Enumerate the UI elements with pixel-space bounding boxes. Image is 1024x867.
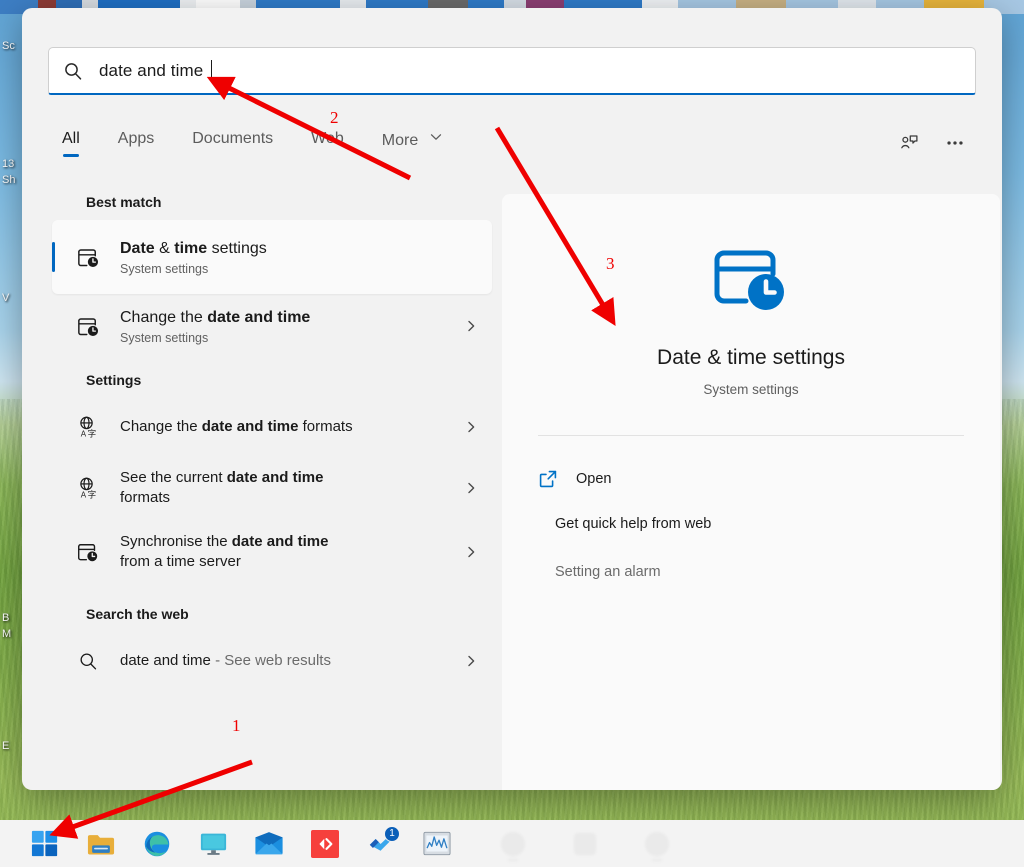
todo-app[interactable]: 1: [358, 824, 404, 864]
calendar-clock-icon: [74, 312, 102, 340]
preview-action-label: Setting an alarm: [555, 564, 661, 580]
result-item-text: Change the date and time System settings: [120, 307, 460, 345]
desktop-icon-label: 13: [2, 158, 14, 170]
result-item-title: Synchronise the date and timefrom a time…: [120, 533, 328, 570]
preview-subtitle: System settings: [502, 382, 1000, 397]
result-item-subtitle: System settings: [120, 331, 460, 345]
tab-apps[interactable]: Apps: [118, 126, 154, 148]
preview-title: Date & time settings: [502, 346, 1000, 370]
web-search-separator: - See web results: [211, 652, 331, 669]
result-item-text: Synchronise the date and timefrom a time…: [120, 532, 460, 572]
svg-text:字: 字: [88, 489, 97, 500]
result-item-see-current-formats[interactable]: A 字 See the current date and timeformats: [52, 456, 492, 520]
tab-more[interactable]: More: [382, 126, 442, 150]
search-icon: [63, 61, 83, 81]
result-item-text: Date & time settings System settings: [120, 238, 482, 276]
text-caret: [211, 60, 212, 81]
chevron-down-icon: [430, 130, 442, 148]
tab-all[interactable]: All: [62, 126, 80, 148]
taskbar-running-indicator: [652, 858, 663, 862]
desktop-icon-label: M: [2, 628, 11, 640]
result-item-text: See the current date and timeformats: [120, 468, 460, 508]
taskbar-running-indicator: [508, 858, 519, 862]
result-item-change-formats[interactable]: A 字 Change the date and time formats: [52, 398, 492, 456]
calendar-clock-icon-large: [709, 238, 793, 322]
open-external-icon: [538, 469, 558, 489]
section-title-search-the-web: Search the web: [86, 606, 492, 622]
preview-action-quick-help[interactable]: Get quick help from web: [538, 500, 964, 548]
file-explorer[interactable]: [78, 824, 124, 864]
todo-badge: 1: [384, 826, 400, 842]
preview-action-open[interactable]: Open: [538, 458, 964, 500]
taskbar: 1: [0, 820, 1024, 867]
feedback-icon[interactable]: [892, 126, 926, 160]
desktop-icon-label: Sc: [2, 40, 15, 52]
taskbar-hidden-app[interactable]: [634, 824, 680, 864]
desktop-icon-label: E: [2, 740, 9, 752]
section-title-settings: Settings: [86, 372, 492, 388]
chevron-right-icon: [460, 545, 482, 559]
more-options-icon[interactable]: [938, 126, 972, 160]
result-item-title: Date & time settings: [120, 240, 267, 257]
tab-label: All: [62, 130, 80, 147]
tab-documents[interactable]: Documents: [192, 126, 273, 148]
tab-label: Web: [311, 130, 344, 147]
section-title-best-match: Best match: [86, 194, 492, 210]
tab-label: Documents: [192, 130, 273, 147]
mail-app[interactable]: [246, 824, 292, 864]
preview-actions: Open Get quick help from web Setting an …: [502, 436, 1000, 596]
result-item-sync-time-server[interactable]: Synchronise the date and timefrom a time…: [52, 520, 492, 584]
result-item-subtitle: System settings: [120, 262, 482, 276]
search-input-value: date and time: [99, 61, 203, 81]
desktop-icon-label: B: [2, 612, 9, 624]
tab-label: Apps: [118, 130, 154, 147]
svg-text:A: A: [81, 491, 87, 500]
performance-monitor-app[interactable]: [414, 824, 460, 864]
results-list: Best match Date & time settings System s…: [52, 186, 492, 780]
result-item-text: date and time - See web results: [120, 652, 460, 670]
svg-text:字: 字: [88, 428, 97, 439]
result-item-web-search[interactable]: date and time - See web results: [52, 632, 492, 690]
preview-hero: Date & time settings System settings: [502, 194, 1000, 397]
tab-web[interactable]: Web: [311, 126, 344, 148]
preview-action-setting-alarm[interactable]: Setting an alarm: [538, 548, 964, 596]
display-monitor-app[interactable]: [190, 824, 236, 864]
language-globe-icon: A 字: [74, 474, 102, 502]
search-icon: [74, 647, 102, 675]
result-item-title: Change the date and time: [120, 309, 310, 326]
search-input[interactable]: date and time: [48, 47, 976, 95]
result-item-title: Change the date and time formats: [120, 418, 353, 435]
preview-panel: Date & time settings System settings Ope…: [502, 194, 1000, 790]
calendar-clock-icon: [74, 538, 102, 566]
desktop-icon-label: Sh: [2, 174, 15, 186]
tab-label: More: [382, 132, 418, 149]
result-item-text: Change the date and time formats: [120, 417, 460, 437]
language-globe-icon: A 字: [74, 413, 102, 441]
web-search-query: date and time: [120, 652, 211, 669]
taskbar-hidden-app[interactable]: [562, 824, 608, 864]
filter-tabs: All Apps Documents Web More: [62, 126, 972, 172]
result-item-change-date-time[interactable]: Change the date and time System settings: [52, 294, 492, 358]
preview-action-label: Get quick help from web: [555, 516, 711, 532]
anydesk-app[interactable]: [302, 824, 348, 864]
desktop-icon-label: V: [2, 292, 9, 304]
taskbar-hidden-app[interactable]: [490, 824, 536, 864]
calendar-clock-icon: [74, 243, 102, 271]
result-item-title: See the current date and timeformats: [120, 469, 323, 506]
search-input-wrapper[interactable]: date and time: [48, 47, 976, 95]
preview-action-label: Open: [576, 471, 611, 487]
start-button[interactable]: [22, 824, 68, 864]
search-flyout: date and time All Apps Documents Web Mor…: [22, 8, 1002, 790]
chevron-right-icon: [460, 420, 482, 434]
result-item-date-time-settings[interactable]: Date & time settings System settings: [52, 220, 492, 294]
screen: Sc 13 Sh V B M E date and time All: [0, 0, 1024, 867]
chevron-right-icon: [460, 654, 482, 668]
microsoft-edge[interactable]: [134, 824, 180, 864]
chevron-right-icon: [460, 481, 482, 495]
chevron-right-icon: [460, 319, 482, 333]
svg-text:A: A: [81, 430, 87, 439]
